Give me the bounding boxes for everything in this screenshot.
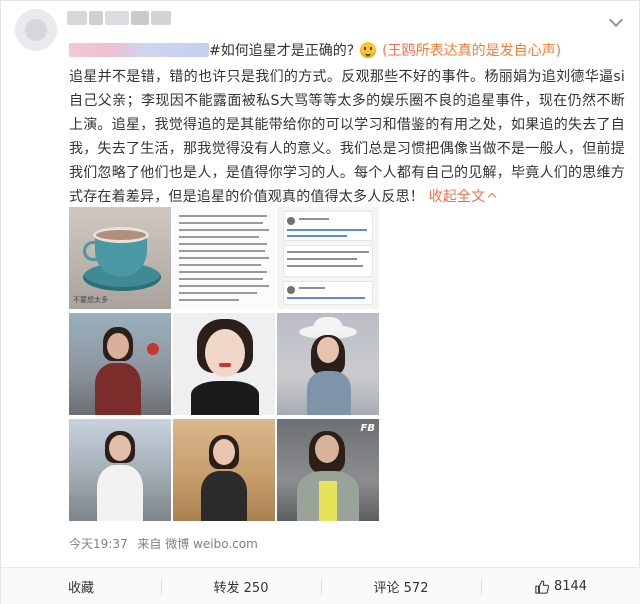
chat-avatar [287,217,295,225]
chat-text-line [299,218,329,220]
image-caption: 不要想太多 [73,296,108,304]
blurred-topic-link[interactable] [69,43,209,57]
torso-shape [97,465,143,521]
post-body: 追星并不是错，错的也许只是我们的方式。反观那些不好的事件。杨丽娟为追刘德华逼si… [69,65,625,209]
favorite-button[interactable]: 收藏 [1,568,161,604]
like-button[interactable]: 8144 [481,568,640,604]
chat-panel [283,281,373,305]
post-time[interactable]: 今天19:37 [69,537,128,551]
face-shape [315,435,339,463]
weibo-post-card: #如何追星才是正确的? (王鸥所表达真的是发自心声) 追星并不是错，错的也许只是我… [0,0,640,604]
torso-shape [201,471,247,521]
image-grid: 不要想太多 FB [69,207,379,525]
image-thumb-text-document[interactable] [173,207,275,309]
topic-hashtag[interactable]: #如何追星才是正确的? [209,43,354,59]
doc-text-line [179,292,257,294]
image-thumb-photo-street[interactable] [69,313,171,415]
image-thumb-photo-white-shirt[interactable] [69,419,171,521]
face-shape [107,333,129,359]
image-thumb-photo-hat[interactable] [277,313,379,415]
thumbs-up-icon [535,579,549,594]
face-shape [317,337,339,363]
doc-text-line [179,285,269,287]
chat-panel [283,245,373,277]
comment-label: 评论 572 [373,581,429,596]
doc-text-line [179,236,259,238]
chevron-down-icon[interactable] [608,12,624,28]
favorite-label: 收藏 [67,581,94,596]
avatar[interactable] [15,9,57,51]
face-shape [109,435,131,461]
top-shape [319,481,337,521]
doc-text-line [179,271,267,273]
watermark-logo: FB [360,423,375,434]
doc-text-line [179,222,263,224]
repost-button[interactable]: 转发 250 [161,568,321,604]
mention-link[interactable]: 王鸥 [388,43,416,59]
doc-text-line [179,215,267,217]
comment-button[interactable]: 评论 572 [321,568,481,604]
doc-text-line [179,257,269,259]
chat-text-line [287,265,363,267]
action-bar: 收藏 转发 250 评论 572 8144 [1,567,640,604]
doc-text-line [179,299,239,301]
doc-text-line [179,264,261,266]
chat-text-line [287,235,347,237]
image-thumb-photo-logo[interactable]: FB [277,419,379,521]
doc-text-line [179,229,269,231]
image-thumb-photo-portrait[interactable] [173,313,275,415]
face-shape [213,439,235,465]
chat-text-line [287,297,365,299]
hat-crown-shape [313,317,343,331]
face-shape [205,329,245,377]
chat-text-line [287,258,357,260]
image-thumb-chat-screenshot[interactable] [277,207,379,309]
mention-trailing-text: 所表达真的是发自心声) [415,43,562,59]
post-headline: #如何追星才是正确的? (王鸥所表达真的是发自心声) [69,41,561,61]
image-thumb-photo-warm[interactable] [173,419,275,521]
smile-emoji-icon [360,42,377,58]
chat-avatar [287,286,295,294]
post-body-text: 追星并不是错，错的也许只是我们的方式。反观那些不好的事件。杨丽娟为追刘德华逼si… [69,69,625,205]
repost-label: 转发 250 [213,581,269,596]
chevron-up-icon [488,192,497,202]
chat-text-line [287,251,369,253]
sign-shape [147,343,159,355]
post-meta: 今天19:37 来自 微博 weibo.com [69,535,264,552]
chat-text-line [299,287,325,289]
username-blurred[interactable] [67,11,177,29]
chat-text-line [287,229,367,231]
collapse-text-link[interactable]: 收起全文 [428,189,497,205]
post-source[interactable]: 来自 微博 weibo.com [137,537,257,551]
cup-rim-shape [93,227,149,243]
torso-shape [307,371,351,415]
doc-text-line [179,243,267,245]
torso-shape [191,381,259,415]
image-thumb-teacup[interactable]: 不要想太多 [69,207,171,309]
like-count: 8144 [553,579,588,594]
torso-shape [95,363,141,415]
doc-text-line [179,278,263,280]
lips-shape [219,363,231,367]
doc-text-line [179,250,265,252]
collapse-label: 收起全文 [428,189,486,205]
